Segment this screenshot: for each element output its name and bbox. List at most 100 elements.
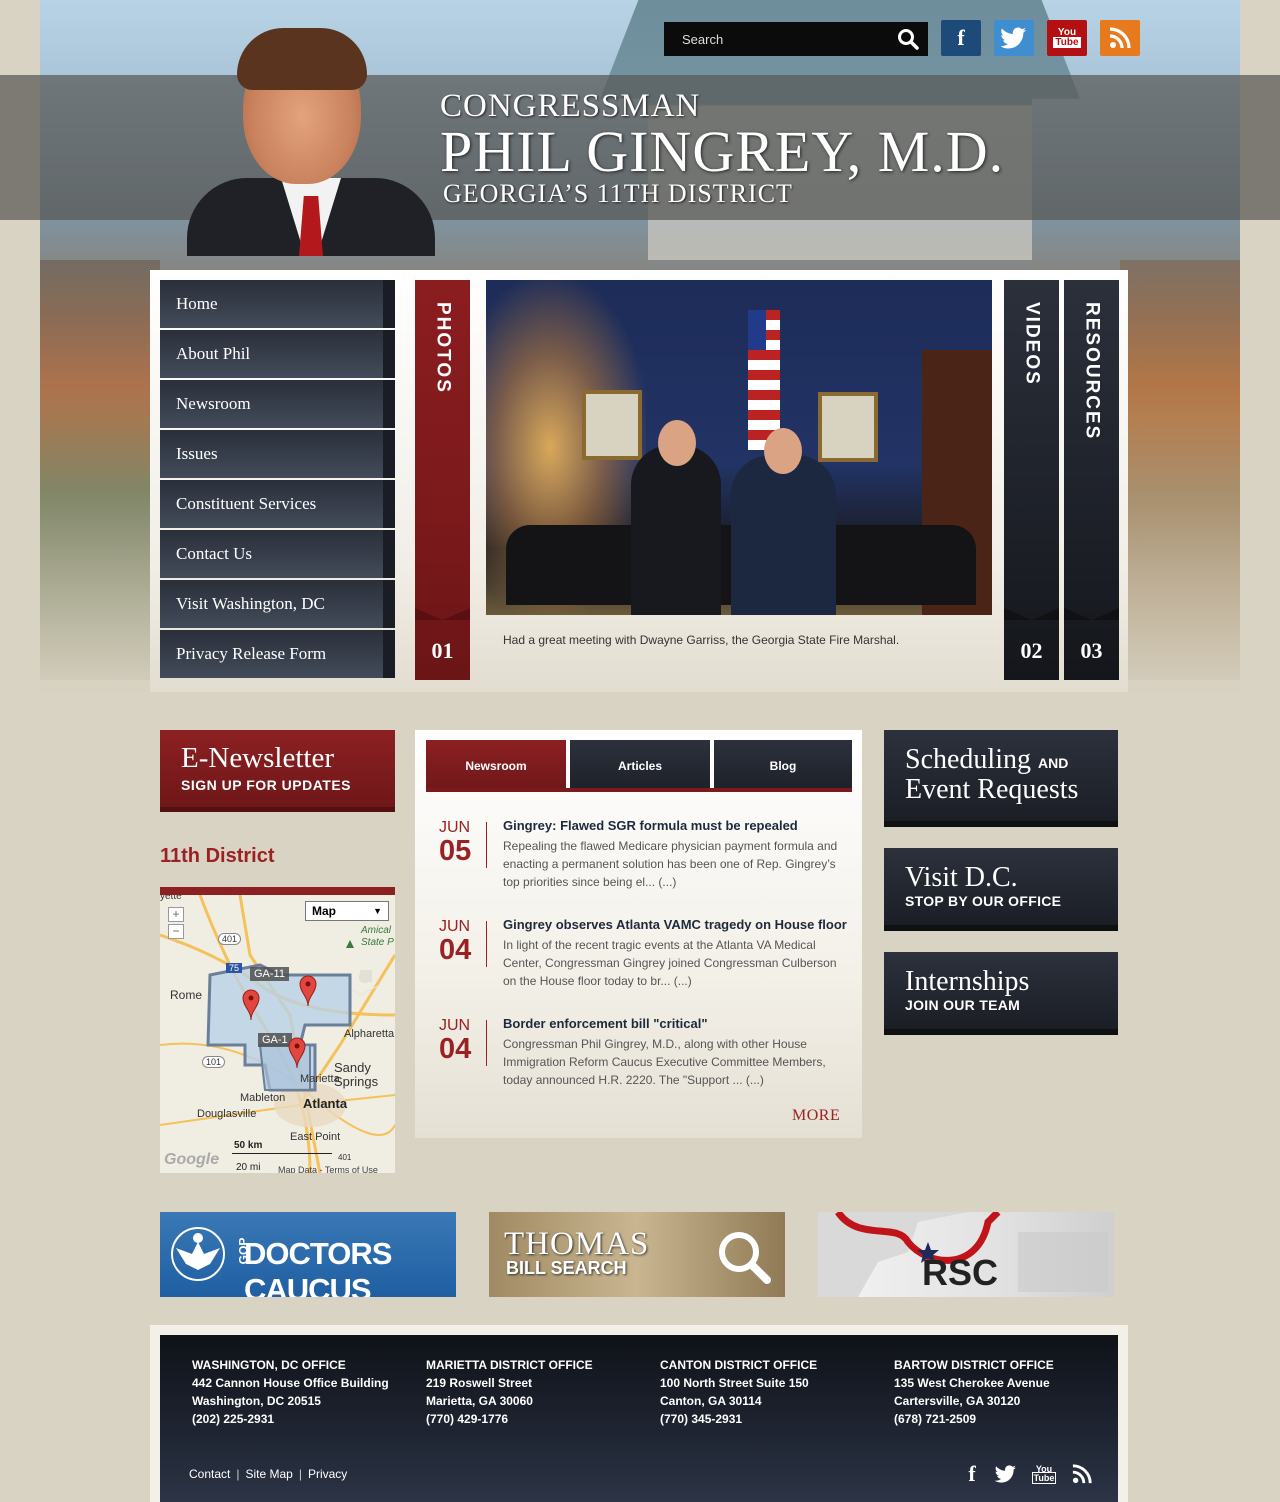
footer-rss-button[interactable] bbox=[1070, 1462, 1094, 1486]
office-address-line1: 135 West Cherokee Avenue bbox=[894, 1376, 1050, 1390]
zoom-in-button[interactable]: + bbox=[168, 907, 184, 922]
map-route-101: 101 bbox=[202, 1056, 226, 1068]
district-map[interactable]: Map ▼ + − yette Amical State P 401 75 GA… bbox=[160, 887, 395, 1173]
map-label-springs: Springs bbox=[334, 1074, 379, 1089]
scheduling-requests-button[interactable]: Scheduling AND Event Requests bbox=[884, 730, 1118, 827]
search-input[interactable] bbox=[664, 22, 888, 56]
news-title-link[interactable]: Border enforcement bill "critical" bbox=[503, 1016, 851, 1031]
map-route-75: 75 bbox=[226, 963, 243, 973]
map-label-alpharetta: Alpharetta bbox=[344, 1028, 395, 1040]
map-tag-ga11: GA-11 bbox=[250, 967, 289, 981]
nav-item-issues[interactable]: Issues bbox=[160, 430, 395, 478]
gop-doctors-caucus-banner[interactable]: GOP DOCTORS CAUCUS bbox=[160, 1212, 456, 1297]
nav-item-home[interactable]: Home bbox=[160, 280, 395, 328]
nav-item-newsroom[interactable]: Newsroom bbox=[160, 380, 395, 428]
footer-separator: | bbox=[236, 1467, 240, 1481]
site-title-district: GEORGIA’S 11TH DISTRICT bbox=[443, 179, 793, 208]
map-attribution[interactable]: Map Data - Terms of Use bbox=[278, 1165, 378, 1173]
zoom-out-button[interactable]: − bbox=[168, 924, 184, 939]
visit-dc-button[interactable]: Visit D.C. STOP BY OUR OFFICE bbox=[884, 848, 1118, 931]
search-button[interactable] bbox=[888, 22, 928, 56]
footer-link-contact[interactable]: Contact bbox=[189, 1467, 230, 1481]
footer-links: Contact | Site Map | Privacy bbox=[189, 1467, 347, 1481]
tab-resources[interactable]: RESOURCES 03 bbox=[1064, 280, 1119, 680]
office-phone: (202) 225-2931 bbox=[192, 1412, 275, 1426]
tab-videos[interactable]: VIDEOS 02 bbox=[1004, 280, 1059, 680]
site-title[interactable]: CONGRESSMAN PHIL GINGREY, M.D. GEORGIA’S… bbox=[440, 88, 1004, 208]
map-label-douglasville: Douglasville bbox=[197, 1108, 257, 1120]
tab-videos-number: 02 bbox=[1020, 638, 1043, 663]
footer-twitter-button[interactable] bbox=[994, 1462, 1018, 1486]
news-tab-underline bbox=[426, 788, 852, 792]
map-type-select[interactable]: Map ▼ bbox=[305, 901, 389, 921]
rsc-banner[interactable]: RSC bbox=[818, 1212, 1114, 1297]
search-icon bbox=[898, 29, 919, 50]
footer-link-sitemap[interactable]: Site Map bbox=[245, 1467, 292, 1481]
map-label-east-point: East Point bbox=[290, 1131, 341, 1143]
youtube-button[interactable]: You Tube bbox=[1047, 20, 1087, 56]
tab-resources-label: RESOURCES bbox=[1081, 302, 1103, 441]
tab-photos[interactable]: PHOTOS 01 bbox=[415, 280, 470, 680]
map-label-atlanta: Atlanta bbox=[303, 1096, 348, 1111]
news-excerpt: Congressman Phil Gingrey, M.D., along wi… bbox=[503, 1037, 826, 1087]
tab-blog[interactable]: Blog bbox=[714, 740, 852, 792]
office-address-line2: Cartersville, GA 30120 bbox=[894, 1394, 1021, 1408]
nav-item-about[interactable]: About Phil bbox=[160, 330, 395, 378]
news-item: JUN 04 Border enforcement bill "critical… bbox=[426, 1016, 852, 1097]
tab-articles[interactable]: Articles bbox=[570, 740, 710, 792]
map-scale-km: 50 km bbox=[234, 1140, 263, 1151]
news-day: 04 bbox=[439, 1033, 472, 1065]
office-phone: (770) 429-1776 bbox=[426, 1412, 509, 1426]
map-marker-1[interactable] bbox=[242, 989, 260, 1021]
tab-photos-label: PHOTOS bbox=[432, 302, 454, 394]
slide-photo[interactable] bbox=[486, 280, 992, 615]
twitter-icon bbox=[995, 1465, 1016, 1483]
news-title-link[interactable]: Gingrey observes Atlanta VAMC tragedy on… bbox=[503, 917, 851, 932]
magnifier-icon bbox=[719, 1232, 771, 1284]
map-label-marietta: Marietta bbox=[300, 1073, 340, 1085]
office-address-line1: 219 Roswell Street bbox=[426, 1376, 533, 1390]
nav-item-contact[interactable]: Contact Us bbox=[160, 530, 395, 578]
enewsletter-signup[interactable]: E-Newsletter SIGN UP FOR UPDATES bbox=[160, 730, 395, 812]
visit-dc-title: Visit D.C. bbox=[905, 862, 1018, 893]
enewsletter-title: E-Newsletter bbox=[181, 742, 334, 774]
office-phone: (678) 721-2509 bbox=[894, 1412, 977, 1426]
map-scale-bar bbox=[232, 1153, 332, 1154]
trees-right-image bbox=[1120, 260, 1240, 680]
map-route-401-a: 401 bbox=[218, 933, 242, 945]
tab-videos-label: VIDEOS bbox=[1021, 302, 1043, 386]
internships-subtitle: JOIN OUR TEAM bbox=[905, 997, 1021, 1013]
rss-button[interactable] bbox=[1100, 20, 1140, 56]
map-label-amicalola: Amical bbox=[361, 925, 392, 936]
map-marker-2[interactable] bbox=[299, 975, 317, 1007]
news-more-link[interactable]: MORE bbox=[792, 1107, 840, 1125]
footer-youtube-button[interactable]: You Tube bbox=[1031, 1462, 1057, 1486]
thomas-subtitle: BILL SEARCH bbox=[506, 1258, 627, 1278]
map-tag-ga1x: GA-1 bbox=[258, 1033, 292, 1047]
twitter-button[interactable] bbox=[994, 20, 1034, 56]
footer-link-privacy[interactable]: Privacy bbox=[308, 1467, 347, 1481]
map-label-mableton: Mableton bbox=[240, 1092, 286, 1104]
nav-item-constituent-services[interactable]: Constituent Services bbox=[160, 480, 395, 528]
nav-item-visit-dc[interactable]: Visit Washington, DC bbox=[160, 580, 395, 628]
map-type-value: Map bbox=[312, 904, 336, 918]
search-box bbox=[664, 22, 928, 56]
internships-button[interactable]: Internships JOIN OUR TEAM bbox=[884, 952, 1118, 1035]
thomas-bill-search-banner[interactable]: THOMAS BILL SEARCH bbox=[489, 1212, 785, 1297]
facebook-button[interactable]: f bbox=[941, 20, 981, 56]
facebook-icon: f bbox=[968, 1461, 976, 1486]
nav-item-privacy-release[interactable]: Privacy Release Form bbox=[160, 630, 395, 678]
doctors-caucus-text: DOCTORS CAUCUS bbox=[244, 1236, 392, 1297]
news-title-link[interactable]: Gingrey: Flawed SGR formula must be repe… bbox=[503, 818, 851, 833]
facebook-icon: f bbox=[957, 25, 965, 50]
slide-caption: Had a great meeting with Dwayne Garriss,… bbox=[503, 633, 900, 647]
google-logo: Google bbox=[164, 1151, 220, 1168]
office-canton: CANTON DISTRICT OFFICE 100 North Street … bbox=[660, 1356, 817, 1428]
office-address-line1: 442 Cannon House Office Building bbox=[192, 1376, 389, 1390]
map-marker-3[interactable] bbox=[288, 1037, 306, 1069]
map-label-state-park: State P bbox=[361, 937, 394, 948]
tab-newsroom[interactable]: Newsroom bbox=[426, 740, 566, 792]
youtube-icon: You Tube bbox=[1053, 27, 1081, 48]
footer-facebook-button[interactable]: f bbox=[960, 1461, 984, 1486]
news-excerpt: In light of the recent tragic events at … bbox=[503, 938, 837, 988]
